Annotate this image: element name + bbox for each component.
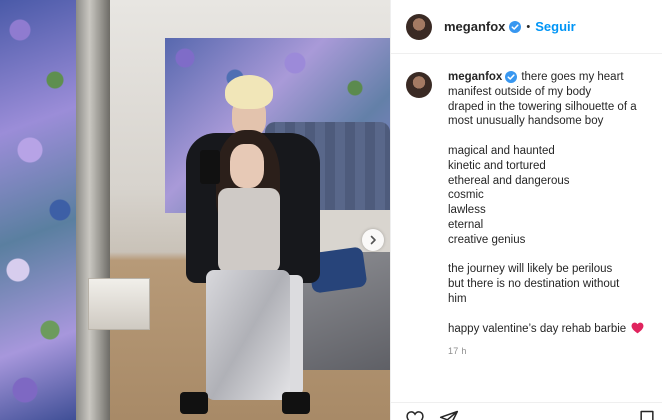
caption-line: magical and haunted xyxy=(448,144,555,157)
paper-plane-icon[interactable] xyxy=(439,409,459,420)
caption-line: but there is no destination without xyxy=(448,278,620,291)
post-timestamp[interactable]: 17 h xyxy=(448,344,653,359)
separator-dot: • xyxy=(526,20,531,33)
shoe-boxes xyxy=(88,278,150,330)
avatar[interactable] xyxy=(406,13,432,40)
caption-line: draped in the towering silhouette of a xyxy=(448,100,637,113)
heart-outline-icon[interactable] xyxy=(405,409,425,420)
smartphone xyxy=(200,150,220,184)
post-image[interactable] xyxy=(0,0,390,420)
caption-line: lawless xyxy=(448,204,486,217)
caption-body: meganfox there goes my heart manifest ou… xyxy=(448,70,653,359)
caption-closing-text: happy valentine’s day rehab barbie xyxy=(448,322,627,335)
caption-line: eternal xyxy=(448,218,484,231)
caption-line: ethereal and dangerous xyxy=(448,174,570,187)
next-image-button[interactable] xyxy=(362,229,384,251)
mirror-frame xyxy=(76,0,110,420)
chevron-right-icon xyxy=(370,235,376,245)
caption-line: kinetic and tortured xyxy=(448,159,546,172)
caption-line: cosmic xyxy=(448,189,484,202)
bookmark-icon[interactable] xyxy=(637,409,657,420)
red-heart-emoji-icon xyxy=(631,322,644,333)
post-side-panel: meganfox • Seguir meganfox there goes my… xyxy=(390,0,662,420)
caption-avatar[interactable] xyxy=(406,72,432,98)
caption-line: him xyxy=(448,292,467,305)
caption-line: the journey will likely be perilous xyxy=(448,263,613,276)
floral-wallpaper xyxy=(0,0,76,420)
header-username[interactable]: meganfox xyxy=(444,19,505,34)
verified-badge-icon xyxy=(509,20,522,33)
caption-closing-line: happy valentine’s day rehab barbie xyxy=(448,322,653,337)
caption-username[interactable]: meganfox xyxy=(448,70,502,85)
verified-badge-icon xyxy=(505,71,518,84)
post-header: meganfox • Seguir xyxy=(391,0,662,54)
caption-line: manifest outside of my body xyxy=(448,85,592,98)
caption-line: most unusually handsome boy xyxy=(448,115,604,128)
caption-line: there goes my heart xyxy=(521,71,624,83)
action-bar xyxy=(391,402,662,420)
caption: meganfox there goes my heart manifest ou… xyxy=(406,70,656,359)
caption-line: creative genius xyxy=(448,233,526,246)
follow-button[interactable]: Seguir xyxy=(535,19,575,34)
